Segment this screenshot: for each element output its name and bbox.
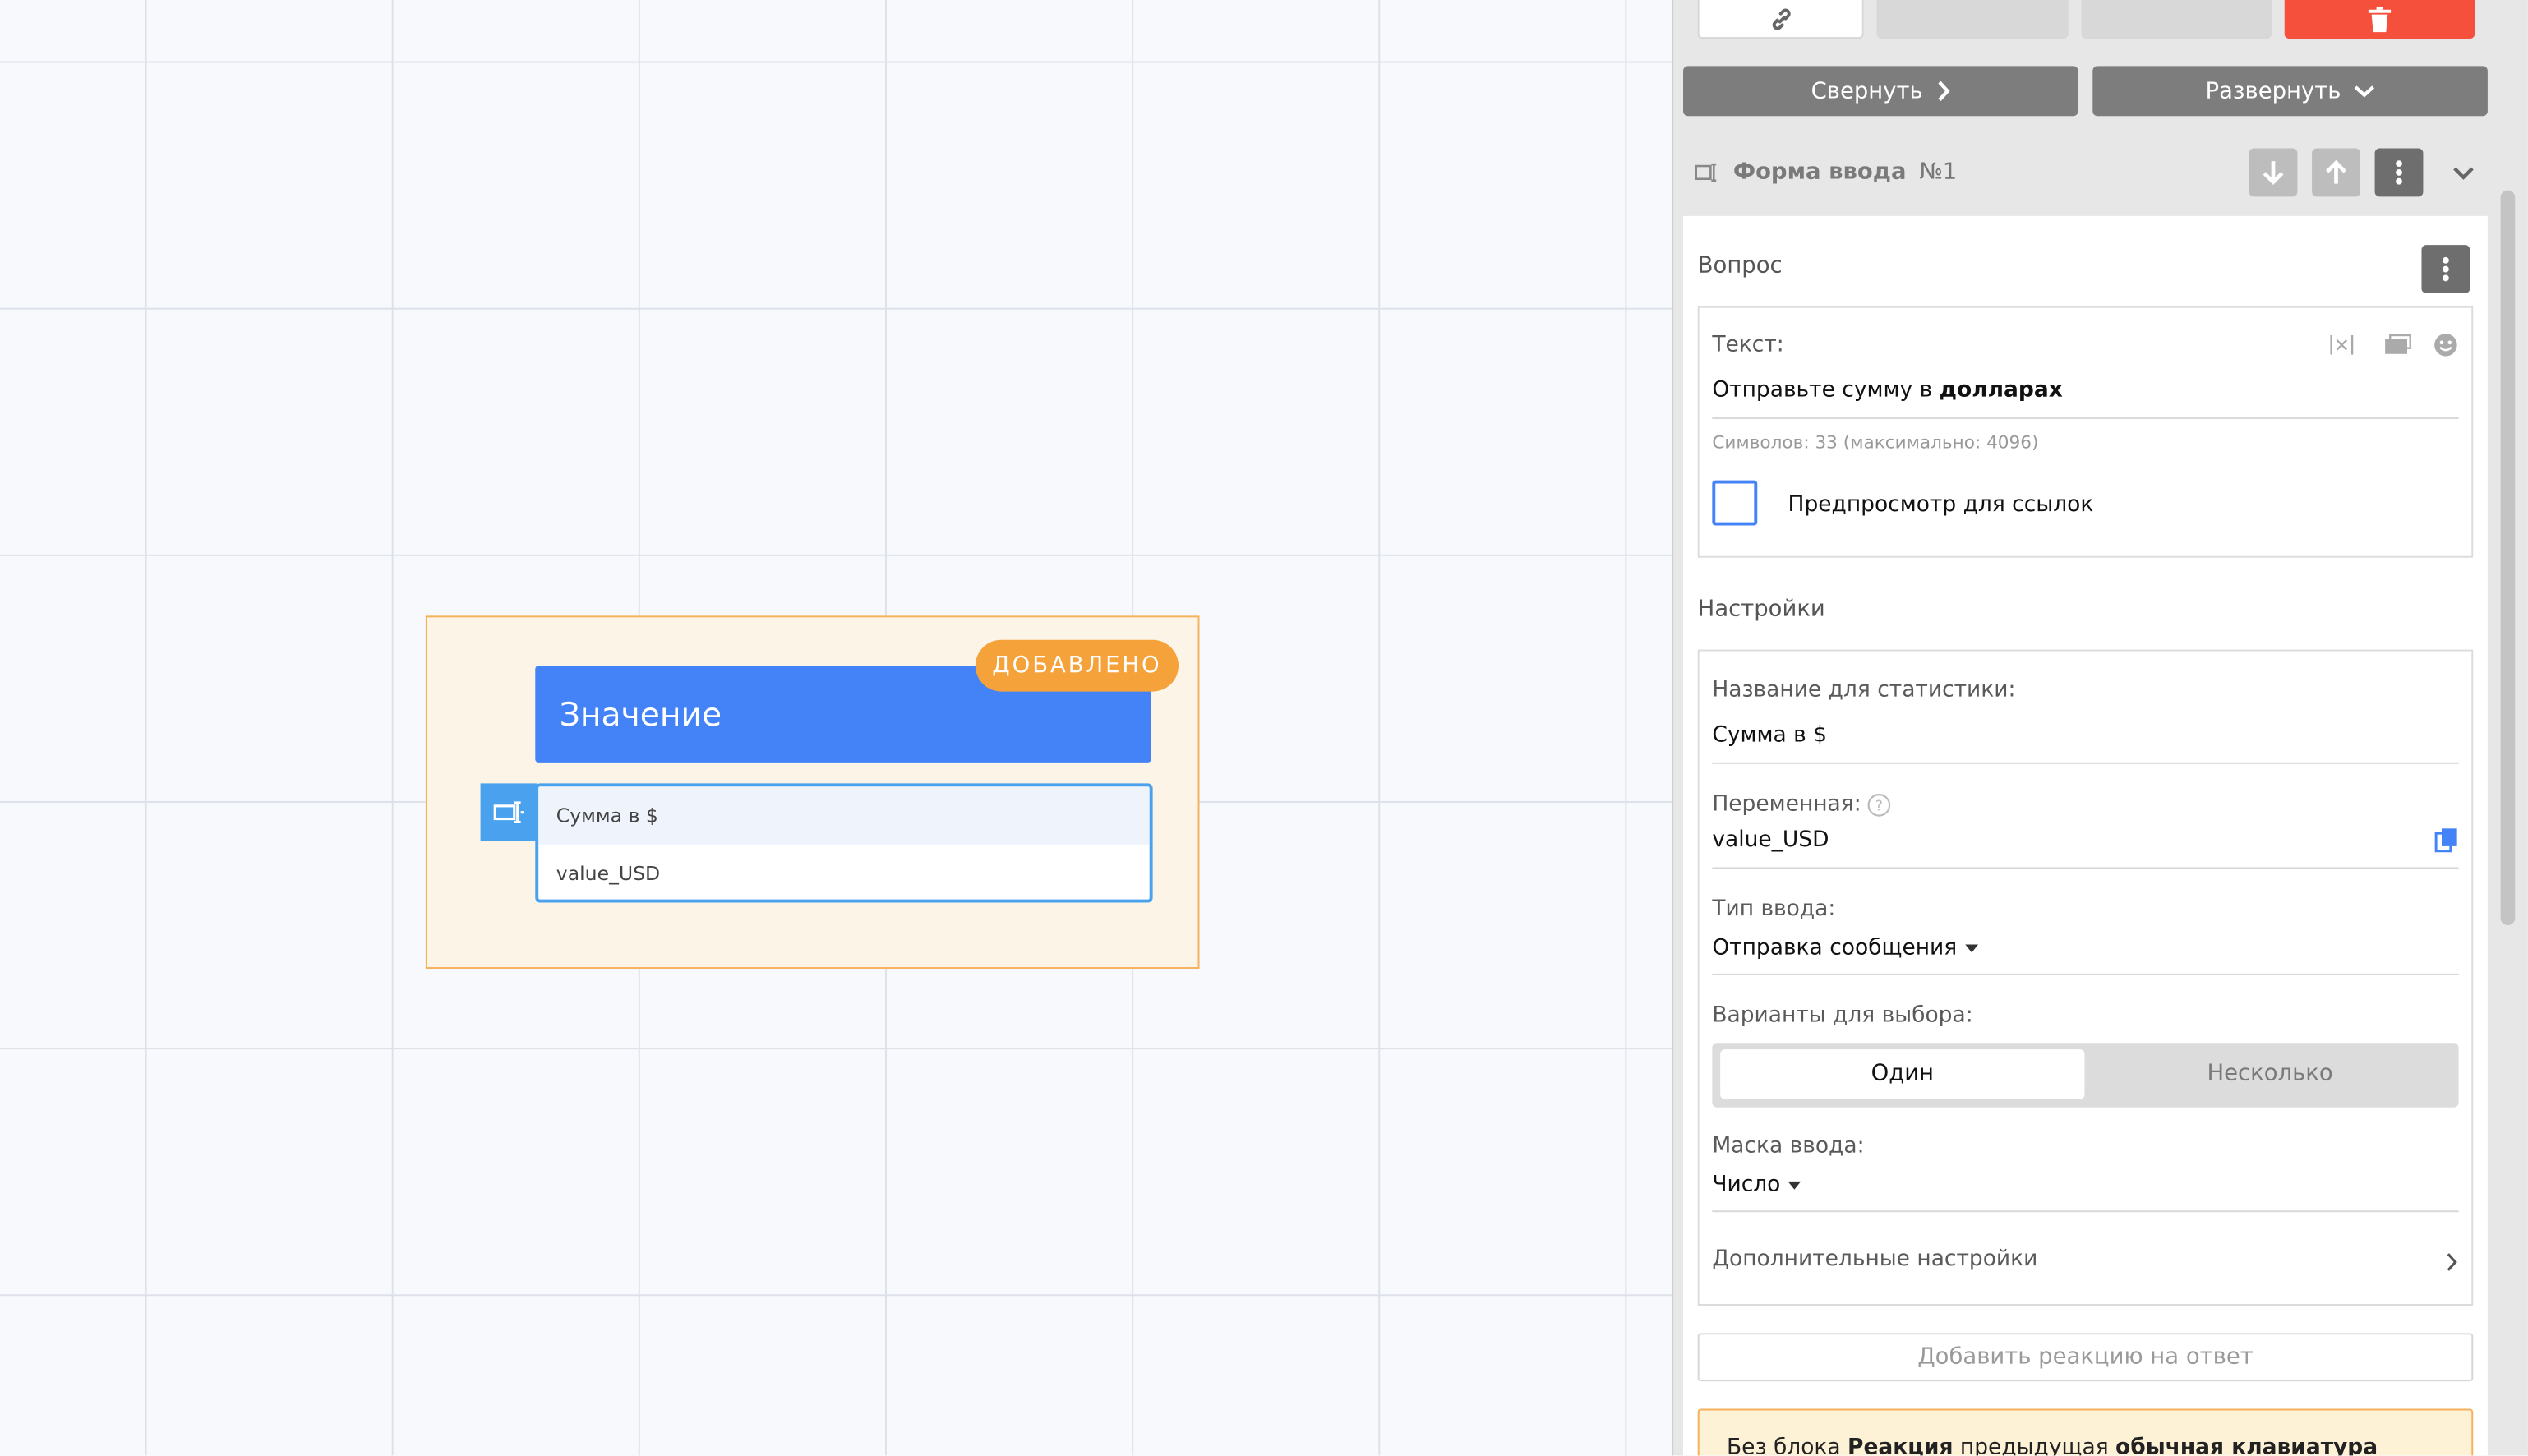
note-part2: предыдущая [1953,1434,2116,1456]
more-vertical-icon [2442,256,2449,282]
chevron-down-icon [2354,85,2375,98]
link-icon [1771,7,1790,30]
added-badge: ДОБАВЛЕНО [975,639,1179,692]
mask-select[interactable]: Число [1712,1172,1801,1198]
expand-label: Развернуть [2205,78,2341,104]
help-icon[interactable]: ? [1867,793,1891,817]
app-root: Значение ДОБАВЛЕНО Сумма в $ value_USD С… [0,0,2528,1456]
move-up-button[interactable] [2312,148,2360,197]
toolbar-button-2[interactable] [1876,0,2069,39]
char-count: Символов: 33 (максимально: 4096) [1712,431,2039,454]
question-text-bold: долларах [1939,377,2063,403]
input-type-select[interactable]: Отправка сообщения [1712,934,1978,961]
input-form-icon [1695,163,1717,182]
advanced-settings-link[interactable]: Дополнительные настройки [1712,1246,2037,1271]
panel-scrollbar[interactable] [2500,190,2516,926]
variable-input[interactable]: value_USD [1712,827,1829,852]
node-row-stat-name: Сумма в $ [538,786,1150,845]
delete-button[interactable] [2284,0,2475,39]
input-type-value: Отправка сообщения [1712,934,1958,961]
variable-underline [1712,867,2459,869]
text-field-label: Текст: [1712,332,1784,358]
add-reaction-button[interactable]: Добавить реакцию на ответ [1697,1333,2474,1382]
stat-name-underline [1712,762,2459,764]
stat-name-label: Название для статистики: [1712,676,2016,703]
note-bold1: Реакция [1848,1434,1954,1456]
chevron-down-icon [2453,166,2474,179]
expand-button[interactable]: Развернуть [2092,66,2488,117]
collapse-button[interactable]: Свернуть [1683,66,2078,117]
question-text-prefix: Отправьте сумму в [1712,377,1940,403]
input-form-icon [480,783,537,842]
mask-value: Число [1712,1172,1781,1198]
settings-box [1697,649,2474,1306]
info-note: Без блока Реакция предыдущая обычная кла… [1697,1408,2474,1456]
form-number: №1 [1919,159,1958,186]
emoji-icon[interactable] [2433,332,2458,357]
caret-down-icon [1788,1180,1801,1189]
toolbar-button-3[interactable] [2081,0,2272,39]
link-button[interactable] [1697,0,1864,39]
mask-underline [1712,1210,2459,1213]
chevron-right-icon[interactable] [2446,1252,2459,1272]
question-menu-button[interactable] [2421,245,2470,294]
choice-option-single[interactable]: Один [1720,1049,2085,1099]
input-type-underline [1712,973,2459,975]
variable-insert-icon[interactable] [2328,334,2355,356]
note-bold2: обычная клавиатура [2115,1434,2378,1456]
form-collapse-toggle[interactable] [2439,148,2488,196]
form-title: Форма ввода [1732,159,1907,186]
choice-option-multiple[interactable]: Несколько [2091,1049,2448,1099]
move-down-button[interactable] [2249,148,2298,197]
link-preview-checkbox[interactable] [1712,480,1758,526]
more-vertical-icon [2396,160,2402,185]
form-heading: Форма ввода №1 [1695,154,1957,190]
link-preview-label: Предпросмотр для ссылок [1788,491,2094,518]
note-part1: Без блока [1726,1434,1848,1456]
question-text-underline [1712,417,2459,420]
chevron-right-icon [1937,81,1950,102]
collapse-label: Свернуть [1811,78,1923,104]
settings-section-label: Настройки [1697,596,1825,623]
node-row-variable: value_USD [556,862,661,885]
question-text-input[interactable]: Отправьте сумму в долларах [1712,377,2062,403]
copy-icon[interactable] [2434,827,2458,853]
image-insert-icon[interactable] [2384,334,2411,355]
choice-label: Варианты для выбора: [1712,1002,1973,1029]
trash-icon [2368,6,2392,33]
mask-label: Маска ввода: [1712,1133,1865,1159]
caret-down-icon [1965,943,1978,952]
question-section-label: Вопрос [1697,252,1783,279]
node-title: Значение [559,694,722,734]
form-menu-button[interactable] [2374,148,2424,197]
svg-text:?: ? [1875,799,1883,815]
stat-name-input[interactable]: Сумма в $ [1712,722,1827,748]
arrow-down-icon [2263,161,2284,186]
arrow-up-icon [2326,159,2346,184]
variable-label: Переменная: [1712,791,1861,818]
node-body[interactable]: Сумма в $ value_USD [535,783,1153,903]
input-type-label: Тип ввода: [1712,896,1836,923]
